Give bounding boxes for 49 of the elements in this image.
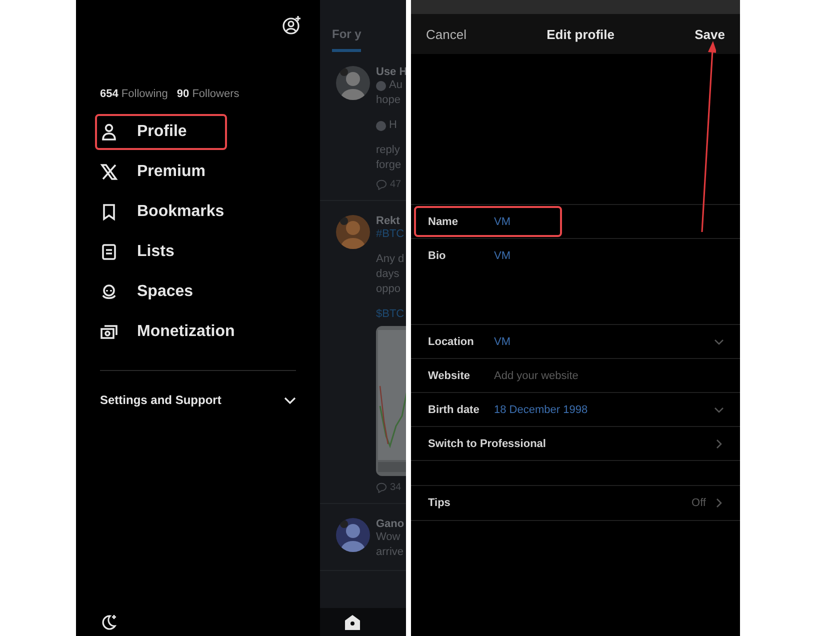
website-field[interactable]: Add your website xyxy=(494,370,634,382)
field-label: Bio xyxy=(428,250,447,262)
field-label: Website xyxy=(428,370,471,382)
save-button[interactable]: Save xyxy=(694,26,725,42)
cancel-button[interactable]: Cancel xyxy=(426,26,466,42)
chevron-down-icon xyxy=(714,404,724,414)
x-logo-icon xyxy=(100,163,118,181)
field-value[interactable]: VM xyxy=(494,250,510,262)
menu-item[interactable]: Bookmarks xyxy=(95,194,264,230)
post-text: arrive xyxy=(376,545,404,560)
emoji-icon xyxy=(376,80,386,90)
chevron-right-icon xyxy=(714,438,724,448)
person-icon xyxy=(100,123,118,141)
followers-count[interactable]: 90 Followers xyxy=(176,88,240,100)
field-value[interactable]: VM xyxy=(494,216,510,228)
field-value[interactable]: VM xyxy=(494,336,510,348)
menu-item[interactable]: Lists xyxy=(95,234,214,270)
post-text: Any d xyxy=(376,252,406,267)
chevron-down-icon xyxy=(714,336,724,346)
menu-item[interactable]: Spaces xyxy=(95,274,234,310)
field-label: Tips xyxy=(428,497,452,509)
bookmark-icon xyxy=(100,203,118,221)
home-icon[interactable] xyxy=(344,614,361,630)
list-icon xyxy=(100,243,118,261)
moon-icon[interactable] xyxy=(100,613,118,631)
field-label: Birth date xyxy=(428,404,480,416)
post-text: oppo xyxy=(376,282,402,297)
screen-title: Edit profile xyxy=(546,26,614,42)
post-text: Au xyxy=(389,78,402,93)
money-icon xyxy=(100,323,118,341)
post-text: days xyxy=(376,267,400,282)
add-account-icon[interactable] xyxy=(282,15,302,35)
settings-and-support-item[interactable]: Settings and Support xyxy=(100,393,296,407)
menu-item[interactable]: Premium xyxy=(95,154,246,190)
menu-item[interactable]: Monetization xyxy=(95,314,275,350)
field-value[interactable]: 18 December 1998 xyxy=(494,404,588,416)
field-label: Switch to Professional xyxy=(428,438,546,450)
emoji-icon xyxy=(376,120,386,130)
post-text: forge xyxy=(376,158,402,173)
post-text: reply xyxy=(376,143,401,158)
chevron-right-icon xyxy=(714,498,724,508)
field-label: Location xyxy=(428,336,475,348)
menu-item[interactable]: Profile xyxy=(95,114,227,150)
field-label: Name xyxy=(428,216,459,228)
post-text: Wow xyxy=(376,530,402,545)
post-text: H xyxy=(389,118,397,133)
following-count[interactable]: 654 Following xyxy=(100,88,168,100)
microphone-icon xyxy=(100,283,118,301)
post-text: hope xyxy=(376,93,402,108)
